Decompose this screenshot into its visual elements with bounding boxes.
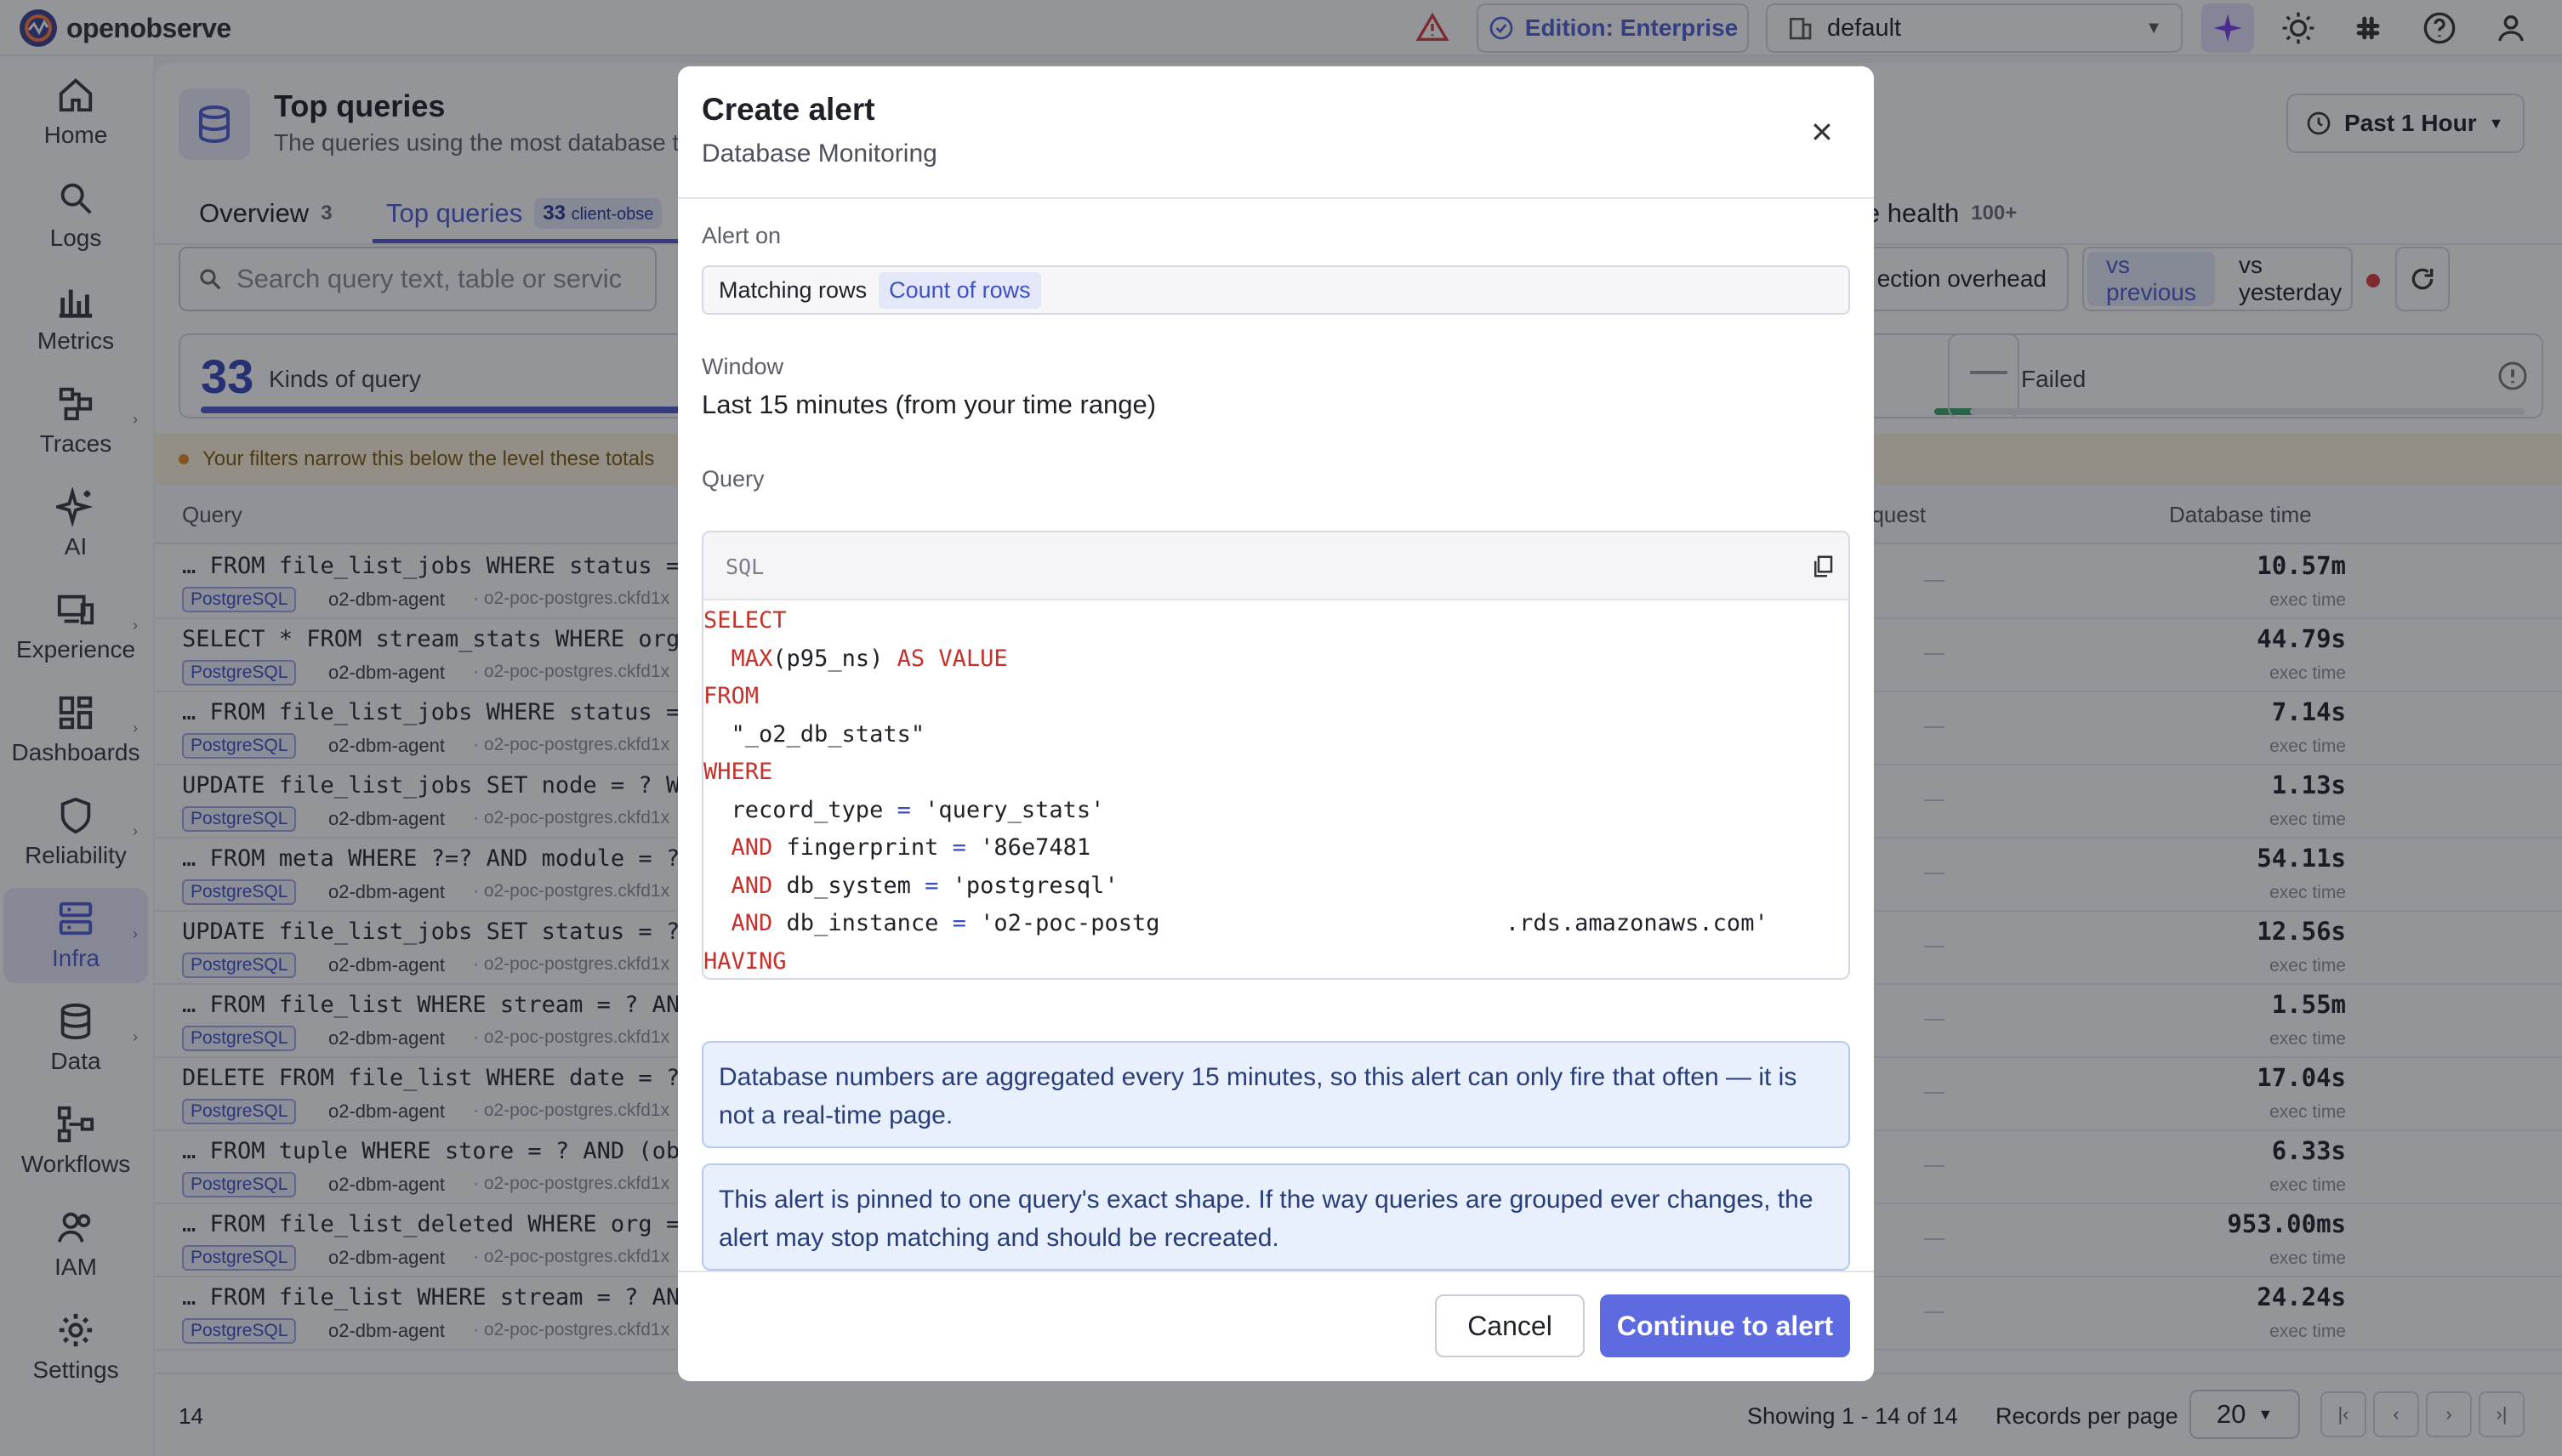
close-button[interactable] xyxy=(1802,112,1842,151)
code-line: record_type = 'query_stats' xyxy=(703,796,1105,823)
pinned-query-info-callout: This alert is pinned to one query's exac… xyxy=(702,1163,1850,1271)
code-line: AND db_instance = 'o2-poc-postg .rds.ama… xyxy=(731,910,1768,936)
continue-to-alert-button[interactable]: Continue to alert xyxy=(1600,1294,1850,1357)
code-line: WHERE xyxy=(703,759,773,785)
code-line: AND db_system = 'postgresql' xyxy=(731,872,1119,899)
code-language-label: SQL xyxy=(726,555,765,579)
dialog-footer-divider xyxy=(678,1271,1874,1272)
sql-code-block: SQL SELECT MAX(p95_ns) AS VALUE FROM "_o… xyxy=(702,531,1850,980)
code-block-header: SQL xyxy=(703,532,1848,600)
code-line: "_o2_db_stats" xyxy=(703,720,925,748)
code-line: HAVING xyxy=(703,947,787,975)
create-alert-dialog: Create alert Database Monitoring Alert o… xyxy=(678,66,1874,1381)
alert-on-field[interactable]: Matching rows Count of rows xyxy=(702,265,1850,315)
dialog-divider xyxy=(678,197,1874,199)
dialog-title: Create alert xyxy=(702,92,875,127)
code-line: SELECT xyxy=(703,607,787,634)
alert-on-label: Alert on xyxy=(702,223,782,248)
cancel-button[interactable]: Cancel xyxy=(1435,1294,1585,1357)
close-icon xyxy=(1813,123,1830,140)
window-value: Last 15 minutes (from your time range) xyxy=(702,390,1157,419)
code-line: AND fingerprint = '86e7481 xyxy=(731,834,1091,861)
alert-on-value: Matching rows xyxy=(719,276,868,303)
code-line: FROM xyxy=(703,683,760,709)
copy-button[interactable] xyxy=(1804,548,1842,585)
aggregation-info-callout: Database numbers are aggregated every 15… xyxy=(702,1041,1850,1148)
copy-icon xyxy=(1814,555,1833,577)
query-label: Query xyxy=(702,466,765,492)
alert-on-chip: Count of rows xyxy=(879,271,1041,309)
sql-code[interactable]: SELECT MAX(p95_ns) AS VALUE FROM "_o2_db… xyxy=(703,600,1848,978)
window-label: Window xyxy=(702,354,784,379)
dialog-subtitle: Database Monitoring xyxy=(702,139,937,168)
code-line: MAX(p95_ns) AS VALUE xyxy=(731,645,1008,672)
